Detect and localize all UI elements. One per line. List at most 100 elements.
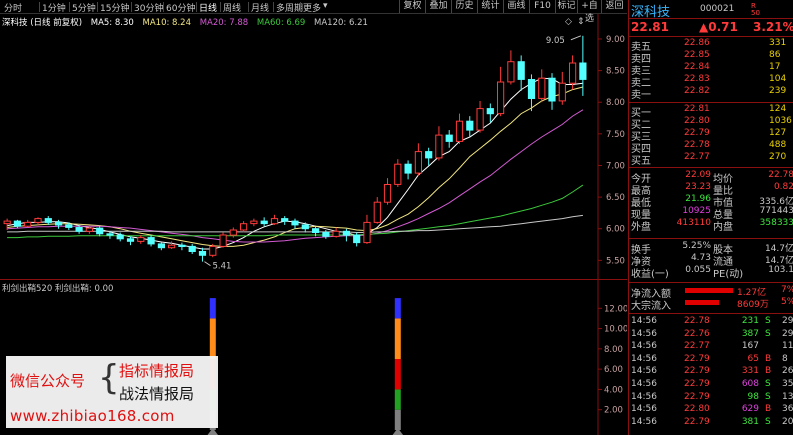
- period-tab-0[interactable]: 分时: [4, 1, 22, 14]
- candle: [373, 197, 381, 224]
- ask-row[interactable]: 卖二 22.83 104: [629, 74, 793, 89]
- low-label: 5.41: [212, 262, 231, 272]
- period-tab-2[interactable]: 5分钟: [72, 1, 96, 14]
- tick-row[interactable]: 14:56 22.79 331 B 26: [629, 366, 793, 378]
- candle-body: [281, 218, 289, 222]
- toolbar-button-3[interactable]: 统计: [477, 0, 503, 13]
- period-tab-10[interactable]: 更多: [303, 1, 321, 14]
- period-tab-5[interactable]: 60分钟: [166, 1, 195, 14]
- candle: [579, 35, 587, 96]
- period-tab-9[interactable]: 多周期: [276, 1, 303, 14]
- indicator-bar-segment: [394, 318, 401, 359]
- bid-volume: 127: [769, 128, 787, 138]
- toolbar-button-6[interactable]: 标记: [555, 0, 577, 13]
- candle-body: [3, 220, 11, 225]
- candle-body: [106, 233, 114, 236]
- ask-volume: 104: [769, 74, 787, 84]
- candle: [497, 66, 505, 117]
- ask-row[interactable]: 卖四 22.85 86: [629, 50, 793, 65]
- candle-body: [34, 218, 42, 223]
- price-change: ▲0.71: [699, 20, 738, 34]
- toolbar-button-1[interactable]: 叠加: [425, 0, 451, 13]
- indicator-bar-segment: [394, 298, 401, 319]
- period-tab-1[interactable]: 1分钟: [42, 1, 66, 14]
- candle-body: [219, 234, 227, 247]
- flow-pct: 7%: [781, 285, 793, 295]
- candle-body: [178, 244, 186, 247]
- toolbar-button-4[interactable]: 画线: [503, 0, 529, 13]
- period-tab-8[interactable]: 月线: [251, 1, 269, 14]
- ma5-label: MA5: 8.30: [90, 18, 134, 28]
- candle: [96, 226, 104, 237]
- kline-chart[interactable]: 5.50 6.00 6.50 7.00 7.50 8.00 8.50 9.00 9.05 5.41…: [0, 14, 627, 279]
- indicator-bar-base: [207, 428, 219, 435]
- tick-row[interactable]: 14:56 22.79 98 S 13: [629, 392, 793, 404]
- tick-price: 22.79: [684, 391, 710, 402]
- candle-body: [168, 244, 176, 249]
- tick-price: 22.79: [684, 366, 710, 377]
- period-separator: [273, 2, 274, 12]
- tick-row[interactable]: 14:56 22.80 629 B 36: [629, 404, 793, 416]
- period-tab-6[interactable]: 日线: [199, 1, 217, 14]
- bid-row[interactable]: 买二 22.80 1036: [629, 116, 793, 131]
- period-tab-3[interactable]: 15分钟: [100, 1, 129, 14]
- y-tick-label: 7.50: [606, 130, 625, 140]
- candle-body: [332, 230, 340, 237]
- watermark-url: www.zhibiao168.com: [10, 407, 175, 425]
- tick-row[interactable]: 14:56 22.79 381 S 20: [629, 417, 793, 429]
- ind-y-tick-label: 10.00: [604, 325, 627, 335]
- toolbar-button-8[interactable]: 返回: [601, 0, 627, 13]
- candle: [466, 116, 474, 137]
- margin-badge: R 50: [751, 3, 760, 17]
- stat-value: 413110: [676, 218, 711, 228]
- tick-row[interactable]: 14:56 22.78 231 S 29: [629, 316, 793, 328]
- tick-row[interactable]: 14:56 22.76 387 S 29: [629, 329, 793, 341]
- flow-row: 净流入额1.27亿7%: [629, 285, 793, 300]
- candle: [147, 235, 155, 247]
- candle-body: [250, 220, 258, 225]
- bid-row[interactable]: 买五 22.77 270: [629, 152, 793, 167]
- ask-price: 22.85: [684, 50, 710, 60]
- bid-price: 22.79: [684, 128, 710, 138]
- candle-body: [435, 134, 443, 159]
- candle: [517, 55, 525, 91]
- bid-row[interactable]: 买一 22.81 124: [629, 104, 793, 119]
- tick-time: 14:56: [631, 353, 657, 364]
- toolbar-button-2[interactable]: 历史: [451, 0, 477, 13]
- period-tab-4[interactable]: 30分钟: [134, 1, 163, 14]
- candle: [486, 103, 494, 123]
- tick-row[interactable]: 14:56 22.77 167 11: [629, 341, 793, 353]
- toolbar-button-0[interactable]: 复权: [399, 0, 425, 13]
- candle: [260, 217, 268, 227]
- candle: [414, 143, 422, 176]
- candle-body: [157, 243, 166, 249]
- tick-count: 26: [782, 366, 793, 377]
- bid-row[interactable]: 买三 22.79 127: [629, 128, 793, 143]
- ask-row[interactable]: 卖一 22.82 239: [629, 86, 793, 101]
- period-tab-7[interactable]: 周线: [223, 1, 241, 14]
- stat-label: 外盘: [631, 222, 651, 233]
- candle-body: [507, 61, 515, 83]
- toolbar-button-7[interactable]: +自选: [577, 0, 601, 24]
- indicator-bar-base: [392, 428, 404, 435]
- more-arrow-icon[interactable]: ▾: [323, 1, 328, 11]
- stat-value: 103.1: [768, 265, 793, 275]
- candle-body: [425, 151, 433, 159]
- ind-y-tick-label: 6.00: [604, 365, 623, 375]
- ask-row[interactable]: 卖三 22.84 17: [629, 62, 793, 77]
- candle-body: [291, 220, 299, 226]
- ask-row[interactable]: 卖五 22.86 331: [629, 38, 793, 53]
- candle-body: [260, 220, 268, 225]
- toolbar-button-5[interactable]: F10: [529, 0, 555, 13]
- divider: [629, 102, 793, 103]
- tick-row[interactable]: 14:56 22.79 608 S 35: [629, 379, 793, 391]
- kline-panel[interactable]: 5.50 6.00 6.50 7.00 7.50 8.00 8.50 9.00 9.05 5.41…: [0, 14, 627, 279]
- stat-value: 4.73: [690, 253, 711, 263]
- candle: [394, 159, 402, 187]
- period-separator: [97, 2, 98, 12]
- tick-row[interactable]: 14:56 22.79 65 B 8: [629, 354, 793, 366]
- bid-row[interactable]: 买四 22.78 488: [629, 140, 793, 155]
- flow-row: 大宗流入 8609万 5%: [629, 297, 793, 312]
- candle: [188, 243, 196, 255]
- tick-count: 8: [782, 353, 788, 364]
